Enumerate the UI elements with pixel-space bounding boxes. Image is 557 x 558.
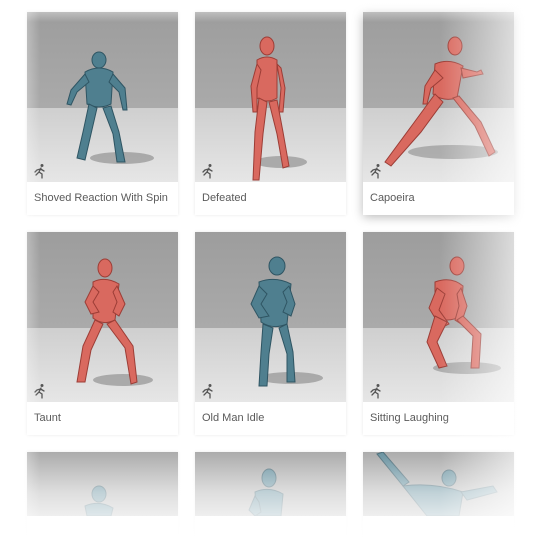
animation-card[interactable] xyxy=(195,452,346,549)
animation-thumbnail[interactable] xyxy=(195,452,346,516)
animation-card[interactable]: Defeated xyxy=(195,12,346,215)
running-figure-icon xyxy=(34,384,45,399)
animation-title xyxy=(363,516,514,549)
red-character-figure xyxy=(426,256,501,374)
animation-card[interactable] xyxy=(27,452,178,549)
animation-card[interactable]: Shoved Reaction With Spin xyxy=(27,12,178,215)
blue-character-figure xyxy=(66,51,154,164)
red-character-figure xyxy=(384,36,498,167)
animation-title xyxy=(195,516,346,549)
animation-thumbnail[interactable] xyxy=(363,452,514,516)
animation-card[interactable]: Sitting Laughing xyxy=(363,232,514,435)
blue-character-figure xyxy=(84,485,114,516)
red-character-figure xyxy=(76,258,153,386)
running-figure-icon xyxy=(370,384,381,399)
blue-character-figure xyxy=(248,468,284,516)
animation-thumbnail[interactable] xyxy=(195,232,346,402)
running-figure-icon xyxy=(370,164,381,179)
animation-thumbnail[interactable] xyxy=(363,232,514,402)
running-figure-icon xyxy=(202,384,213,399)
animation-card[interactable]: Taunt xyxy=(27,232,178,435)
animation-card[interactable]: Capoeira xyxy=(363,12,514,215)
red-character-figure xyxy=(250,36,307,181)
animation-title: Sitting Laughing xyxy=(370,412,449,424)
animation-title xyxy=(27,516,178,549)
animation-title: Defeated xyxy=(202,192,247,204)
animation-grid: Shoved Reaction With Spin Defeated Capoe… xyxy=(0,0,557,558)
animation-thumbnail[interactable] xyxy=(195,12,346,182)
blue-character-figure xyxy=(250,256,323,387)
animation-card[interactable] xyxy=(363,452,514,549)
animation-thumbnail[interactable] xyxy=(27,232,178,402)
running-figure-icon xyxy=(202,164,213,179)
blue-character-figure xyxy=(376,452,498,516)
animation-thumbnail[interactable] xyxy=(363,12,514,182)
animation-thumbnail[interactable] xyxy=(27,452,178,516)
animation-card[interactable]: Old Man Idle xyxy=(195,232,346,435)
animation-title: Old Man Idle xyxy=(202,412,265,424)
animation-title: Taunt xyxy=(34,412,61,424)
animation-title: Shoved Reaction With Spin xyxy=(34,192,168,204)
animation-title: Capoeira xyxy=(370,192,415,204)
animation-thumbnail[interactable] xyxy=(27,12,178,182)
running-figure-icon xyxy=(34,164,45,179)
